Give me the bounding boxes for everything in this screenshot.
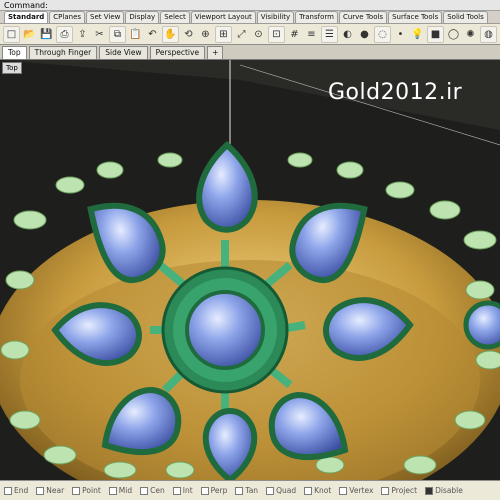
- copy-icon[interactable]: ⧉: [109, 25, 126, 43]
- checkbox-icon[interactable]: [304, 486, 313, 495]
- open-folder-icon[interactable]: 📂: [22, 27, 37, 42]
- toolbar-tab-curve-tools[interactable]: Curve Tools: [338, 11, 388, 23]
- osnap-quad[interactable]: Quad: [266, 486, 296, 495]
- material-icon[interactable]: ■: [427, 25, 444, 43]
- viewport-select-icon[interactable]: ⊡: [268, 25, 285, 43]
- zoom-selected-icon[interactable]: ⊙: [251, 27, 266, 42]
- osnap-perp[interactable]: Perp: [200, 486, 228, 495]
- pan-hand-icon[interactable]: ✋: [162, 25, 179, 43]
- lightbulb-icon[interactable]: 💡: [410, 27, 425, 42]
- toolbar-tab-solid-tools[interactable]: Solid Tools: [443, 11, 488, 23]
- print-icon[interactable]: ⎙: [56, 25, 73, 43]
- osnap-end[interactable]: End: [4, 486, 28, 495]
- rotate-view-icon[interactable]: ⟲: [181, 27, 196, 42]
- add-viewport-tab[interactable]: +: [207, 46, 224, 59]
- checkbox-icon[interactable]: [36, 486, 45, 495]
- osnap-label: Near: [46, 486, 65, 495]
- checkbox-icon[interactable]: [200, 486, 209, 495]
- osnap-point[interactable]: Point: [72, 486, 101, 495]
- layers-icon[interactable]: ≡: [304, 27, 319, 42]
- osnap-label: Perp: [210, 486, 228, 495]
- osnap-vertex[interactable]: Vertex: [339, 486, 373, 495]
- osnap-mid[interactable]: Mid: [108, 486, 133, 495]
- osnap-label: Point: [82, 486, 101, 495]
- osnap-label: Cen: [150, 486, 165, 495]
- paste-icon[interactable]: 📋: [128, 27, 143, 42]
- checkbox-icon[interactable]: [172, 486, 181, 495]
- toolbar-tab-cplanes[interactable]: CPlanes: [49, 11, 86, 23]
- watermark-text: Gold2012.ir: [328, 80, 463, 105]
- viewport-tab-top[interactable]: Top: [2, 46, 27, 59]
- viewport-label[interactable]: Top: [2, 62, 22, 74]
- checkbox-icon[interactable]: [339, 486, 348, 495]
- checkbox-icon[interactable]: [140, 486, 149, 495]
- osnap-label: Int: [182, 486, 193, 495]
- grid-icon[interactable]: #: [287, 27, 302, 42]
- zoom-icon[interactable]: ⊕: [198, 27, 213, 42]
- viewport-tab-through-finger[interactable]: Through Finger: [28, 46, 98, 59]
- ghost-icon[interactable]: ◌: [374, 25, 391, 43]
- toolbar-tabs: Standard CPlanes Set View Display Select View…: [0, 11, 500, 24]
- jewelry-render: [0, 60, 500, 480]
- zoom-window-icon[interactable]: ⊞: [215, 25, 232, 43]
- checkbox-icon[interactable]: [4, 486, 12, 495]
- osnap-knot[interactable]: Knot: [304, 486, 331, 495]
- osnap-project[interactable]: Project: [381, 486, 417, 495]
- render-icon[interactable]: ◐: [340, 27, 355, 42]
- osnap-bar: End Near Point Mid Cen Int Perp Tan Quad Knot Vert…: [0, 480, 500, 500]
- standard-toolbar: □ 📂 💾 ⎙ ⇪ ✂ ⧉ 📋 ↶ ✋ ⟲ ⊕ ⊞ ⤢ ⊙ ⊡ # ≡ ☰ ◐ ● ◌ • 💡 ■ ◯ ✺ ◍: [0, 24, 500, 45]
- viewport-tab-side-view[interactable]: Side View: [99, 46, 148, 59]
- point-icon[interactable]: •: [393, 27, 408, 42]
- toolbar-tab-transform[interactable]: Transform: [295, 11, 338, 23]
- toolbar-tab-viewport-layout[interactable]: Viewport Layout: [190, 11, 256, 23]
- sphere-icon[interactable]: ◍: [480, 25, 497, 43]
- new-file-icon[interactable]: □: [3, 25, 20, 43]
- viewport-tab-perspective[interactable]: Perspective: [149, 46, 206, 59]
- toolbar-tab-display[interactable]: Display: [125, 11, 160, 23]
- checkbox-icon[interactable]: [108, 486, 117, 495]
- top-viewport[interactable]: Top Gold2012.ir: [0, 60, 500, 480]
- osnap-label: Quad: [276, 486, 297, 495]
- osnap-cen[interactable]: Cen: [140, 486, 165, 495]
- checkbox-icon[interactable]: [235, 486, 244, 495]
- checkbox-icon[interactable]: [381, 486, 390, 495]
- command-prompt: Command:: [4, 1, 48, 10]
- osnap-label: Mid: [118, 486, 133, 495]
- osnap-label: Vertex: [349, 486, 374, 495]
- osnap-tan[interactable]: Tan: [235, 486, 258, 495]
- cylinder-icon[interactable]: ◯: [446, 27, 461, 42]
- osnap-near[interactable]: Near: [36, 486, 64, 495]
- import-icon[interactable]: ⇪: [75, 27, 90, 42]
- toolbar-tab-set-view[interactable]: Set View: [86, 11, 125, 23]
- shade-icon[interactable]: ●: [357, 27, 372, 42]
- checkbox-icon[interactable]: [266, 486, 275, 495]
- osnap-label: Disable: [435, 486, 463, 495]
- checkbox-icon[interactable]: [72, 486, 81, 495]
- osnap-label: Tan: [245, 486, 259, 495]
- undo-icon[interactable]: ↶: [145, 27, 160, 42]
- zoom-extents-icon[interactable]: ⤢: [234, 27, 249, 42]
- properties-icon[interactable]: ☰: [321, 25, 338, 43]
- viewport-tabs: Top Through Finger Side View Perspective +: [0, 45, 500, 60]
- toolbar-tab-visibility[interactable]: Visibility: [256, 11, 295, 23]
- toolbar-tab-surface-tools[interactable]: Surface Tools: [388, 11, 443, 23]
- osnap-label: Knot: [314, 486, 332, 495]
- save-icon[interactable]: 💾: [39, 27, 54, 42]
- osnap-int[interactable]: Int: [172, 486, 193, 495]
- command-line[interactable]: Command:: [0, 0, 500, 11]
- osnap-label: End: [14, 486, 29, 495]
- checkbox-icon[interactable]: [425, 486, 434, 495]
- color-wheel-icon[interactable]: ✺: [463, 27, 478, 42]
- toolbar-tab-standard[interactable]: Standard: [4, 11, 49, 23]
- osnap-label: Project: [391, 486, 418, 495]
- toolbar-tab-select[interactable]: Select: [160, 11, 190, 23]
- osnap-disable[interactable]: Disable: [425, 486, 463, 495]
- cut-icon[interactable]: ✂: [92, 27, 107, 42]
